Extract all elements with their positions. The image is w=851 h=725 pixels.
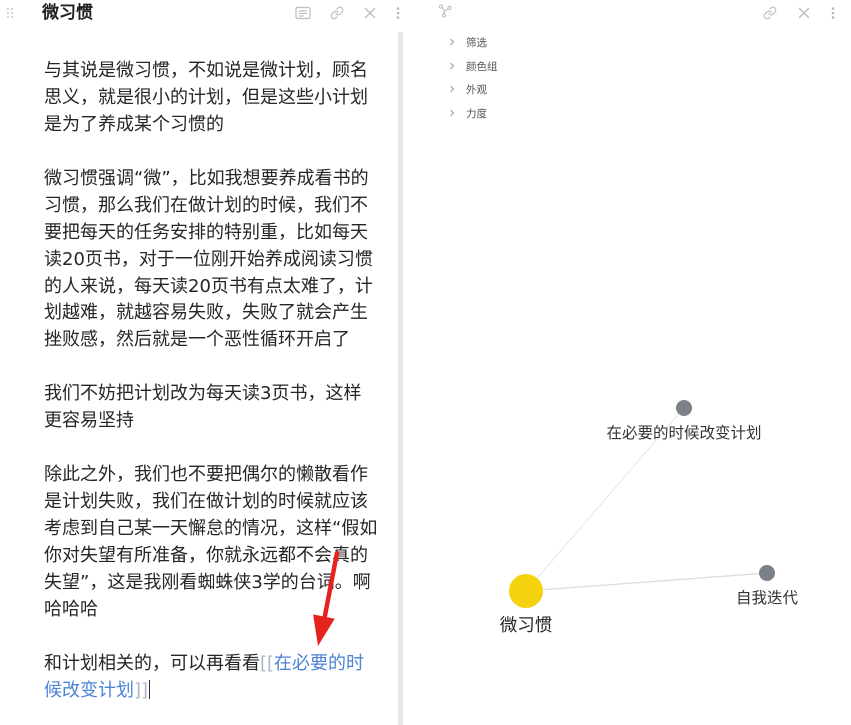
- drag-handle-icon[interactable]: [6, 7, 14, 19]
- editor-line: 与其说是微习惯，不如说是微计划，顾名: [44, 60, 368, 81]
- reading-view-icon[interactable]: [295, 6, 311, 20]
- graph-settings-label: 筛选: [466, 36, 487, 49]
- editor-line: 习惯，那么我们在做计划的时候，我们不: [44, 194, 368, 216]
- editor-paragraph: 微习惯强调“微”，比如我想要养成看书的 习惯，那么我们在做计划的时候，我们不 要…: [44, 166, 396, 355]
- editor-line: 除此之外，我们也不要把偶尔的懒散看作: [44, 464, 368, 486]
- editor-line: 我们不妨把计划改为每天读3页书，这样: [44, 383, 362, 405]
- editor-line: 是为了养成某个习惯的: [44, 113, 224, 135]
- graph-view-icon: [438, 4, 452, 18]
- graph-settings-label: 外观: [466, 83, 487, 96]
- note-title[interactable]: 微习惯: [42, 2, 93, 24]
- editor-line: 候改变计划]]: [44, 678, 396, 705]
- annotation-arrow: [313, 550, 340, 646]
- graph-settings-groups[interactable]: 颜色组: [448, 58, 498, 74]
- link-open-bracket: [[: [260, 652, 275, 674]
- text-cursor: [149, 679, 151, 699]
- editor-line: 微习惯强调“微”，比如我想要养成看书的: [44, 167, 369, 189]
- link-icon[interactable]: [763, 6, 777, 20]
- chevron-right-icon: [450, 38, 455, 46]
- editor-line: 是计划失败，我们在做计划的时候就应该: [44, 491, 368, 512]
- editor-line: 思义，就是很小的计划，但是这些小计划: [44, 86, 368, 108]
- graph-node-change-plan[interactable]: [676, 400, 692, 416]
- link-close-bracket: ]]: [134, 679, 149, 701]
- editor-text: 和计划相关的，可以再看看: [44, 652, 260, 674]
- close-icon[interactable]: [363, 6, 377, 20]
- editor-line: 挫败感，然后就是一个恶性循环开启了: [44, 329, 350, 351]
- graph-node-label: 自我迭代: [736, 589, 799, 607]
- graph-settings-display[interactable]: 外观: [448, 81, 487, 97]
- more-options-icon[interactable]: [831, 6, 835, 20]
- editor-line: 考虑到自己某一天懈怠的情况，这样“假如: [44, 517, 378, 539]
- chevron-right-icon: [450, 85, 455, 93]
- graph-settings-forces[interactable]: 力度: [448, 105, 487, 121]
- link-icon[interactable]: [330, 6, 344, 20]
- editor-line: 划越难，就越容易失败，失败了就会产生: [44, 302, 368, 324]
- editor-paragraph: 我们不妨把计划改为每天读3页书，这样 更容易坚持: [44, 381, 396, 435]
- close-icon[interactable]: [797, 6, 811, 20]
- graph-edge: [525, 572, 768, 592]
- internal-link[interactable]: 候改变计划: [44, 680, 134, 701]
- editor-paragraph: 与其说是微习惯，不如说是微计划，顾名 思义，就是很小的计划，但是这些小计划 是为…: [44, 58, 396, 139]
- editor-paragraph-with-link: 和计划相关的，可以再看看[[在必要的时 候改变计划]]: [44, 651, 396, 705]
- more-options-icon[interactable]: [396, 6, 400, 20]
- graph-node-label: 微习惯: [500, 616, 553, 636]
- graph-settings-label: 力度: [466, 107, 487, 120]
- graph-node-label: 在必要的时候改变计划: [606, 424, 761, 442]
- graph-settings-filters[interactable]: 筛选: [448, 34, 487, 50]
- graph-node-micro-habit[interactable]: [509, 574, 543, 608]
- chevron-right-icon: [450, 109, 455, 117]
- editor-line: 要把每天的任务安排的特别重，比如每天: [44, 221, 368, 243]
- chevron-right-icon: [450, 62, 455, 70]
- editor-line: 更容易坚持: [44, 410, 134, 432]
- internal-link[interactable]: 在必要的时: [274, 653, 364, 674]
- graph-node-self-iteration[interactable]: [759, 565, 775, 581]
- editor-line: 的人来说，每天读20页书有点太难了，计: [44, 275, 373, 297]
- graph-settings-label: 颜色组: [466, 60, 498, 73]
- pane-resize-handle[interactable]: [398, 32, 403, 725]
- editor-line: 读20页书，对于一位刚开始养成阅读习惯: [44, 248, 373, 270]
- graph-pane: 在必要的时候改变计划 自我迭代 微习惯 筛选 颜色组 外观 力度: [404, 0, 851, 725]
